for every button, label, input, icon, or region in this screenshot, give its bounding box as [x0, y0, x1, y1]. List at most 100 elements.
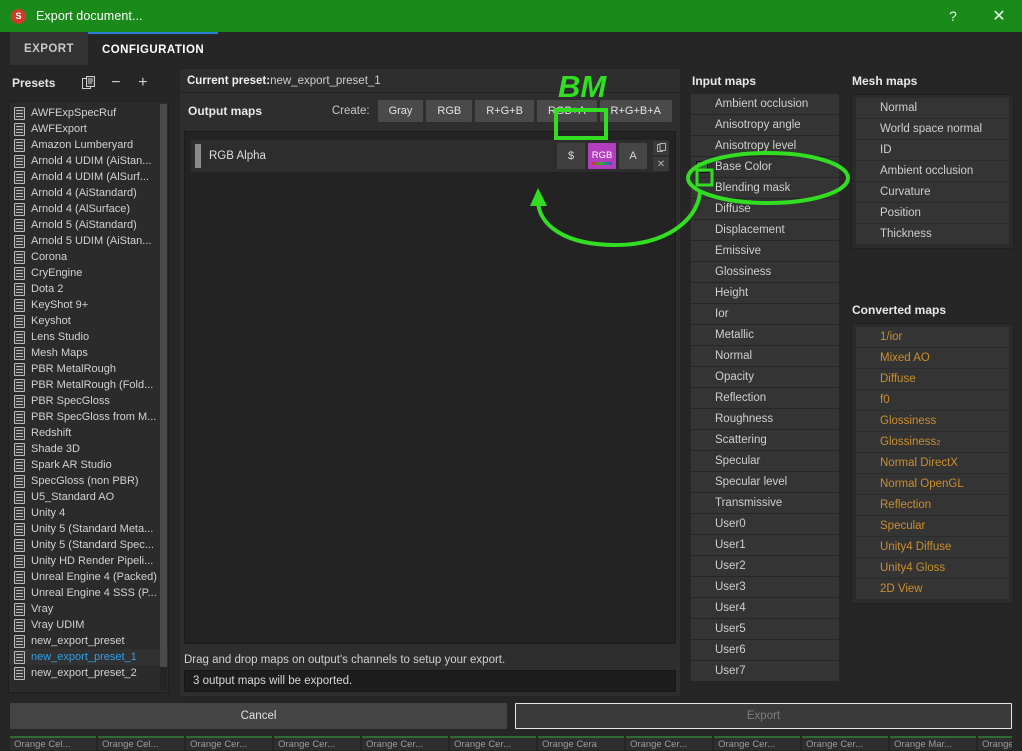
preset-list-item[interactable]: PBR MetalRough (Fold...	[9, 377, 168, 393]
preset-list-item[interactable]: Arnold 5 UDIM (AiStan...	[9, 233, 168, 249]
create-rgb-button[interactable]: RGB	[426, 100, 473, 122]
input-map-item[interactable]: Metallic	[691, 325, 839, 345]
input-map-item[interactable]: User4	[691, 598, 839, 618]
background-tab[interactable]: Orange Cer...	[450, 736, 536, 750]
preset-list-item[interactable]: Vray UDIM	[9, 617, 168, 633]
background-tab[interactable]: Orange Cer...	[802, 736, 888, 750]
input-map-item[interactable]: Emissive	[691, 241, 839, 261]
input-map-item[interactable]: Transmissive	[691, 493, 839, 513]
input-map-item[interactable]: Reflection	[691, 388, 839, 408]
background-tab[interactable]: Orange Mar...	[890, 736, 976, 750]
preset-list-item[interactable]: new_export_preset_2	[9, 665, 168, 681]
converted-map-item[interactable]: 2D View	[856, 579, 1009, 599]
duplicate-map-icon[interactable]	[653, 141, 669, 155]
remove-preset-icon[interactable]: −	[104, 72, 127, 94]
output-map-row[interactable]: RGB Alpha $ RGB A ✕	[191, 140, 669, 172]
preset-list-item[interactable]: Arnold 5 (AiStandard)	[9, 217, 168, 233]
input-map-item[interactable]: User6	[691, 640, 839, 660]
mesh-map-item[interactable]: World space normal	[856, 119, 1009, 139]
input-map-item[interactable]: Base Color	[691, 157, 839, 177]
tab-configuration[interactable]: CONFIGURATION	[88, 32, 219, 65]
preset-list-item[interactable]: SpecGloss (non PBR)	[9, 473, 168, 489]
input-map-item[interactable]: User3	[691, 577, 839, 597]
mesh-maps-list[interactable]: Normal World space normal ID Ambient occlus…	[851, 94, 1014, 249]
preset-list-item[interactable]: Arnold 4 (AiStandard)	[9, 185, 168, 201]
create-r-g-b-button[interactable]: R+G+B	[475, 100, 534, 122]
preset-list-item[interactable]: Unreal Engine 4 (Packed)	[9, 569, 168, 585]
input-map-item[interactable]: Blending mask	[691, 178, 839, 198]
background-tab[interactable]: Orange Cer...	[362, 736, 448, 750]
input-map-item[interactable]: Specular level	[691, 472, 839, 492]
mesh-map-item[interactable]: Curvature	[856, 182, 1009, 202]
channel-alpha-button[interactable]: A	[619, 143, 647, 169]
background-tab[interactable]: Orange Mar...	[978, 736, 1012, 750]
export-button[interactable]: Export	[515, 703, 1012, 729]
channel-dollar-button[interactable]: $	[557, 143, 585, 169]
converted-map-item[interactable]: Diffuse	[856, 369, 1009, 389]
preset-list-item[interactable]: Amazon Lumberyard	[9, 137, 168, 153]
preset-list-item[interactable]: CryEngine	[9, 265, 168, 281]
converted-map-item[interactable]: f0	[856, 390, 1009, 410]
preset-list-item[interactable]: AWFExpSpecRuf	[9, 105, 168, 121]
duplicate-preset-icon[interactable]	[77, 72, 100, 94]
input-map-item[interactable]: Scattering	[691, 430, 839, 450]
input-map-item[interactable]: Glossiness	[691, 262, 839, 282]
input-map-item[interactable]: Ambient occlusion	[691, 94, 839, 114]
preset-list-item[interactable]: Corona	[9, 249, 168, 265]
preset-list-item[interactable]: new_export_preset_1	[9, 649, 168, 665]
close-icon[interactable]: ✕	[976, 0, 1022, 32]
preset-list-item[interactable]: Lens Studio	[9, 329, 168, 345]
presets-scrollbar[interactable]	[160, 104, 167, 690]
mesh-map-item[interactable]: Ambient occlusion	[856, 161, 1009, 181]
preset-list-item[interactable]: PBR SpecGloss from M...	[9, 409, 168, 425]
preset-list-item[interactable]: AWFExport	[9, 121, 168, 137]
preset-list-item[interactable]: Unity 4	[9, 505, 168, 521]
help-icon[interactable]: ?	[930, 0, 976, 32]
converted-map-item[interactable]: Unity4 Diffuse	[856, 537, 1009, 557]
channel-rgb-button[interactable]: RGB	[588, 143, 616, 169]
input-map-item[interactable]: User5	[691, 619, 839, 639]
mesh-map-item[interactable]: Thickness	[856, 224, 1009, 244]
create-gray-button[interactable]: Gray	[377, 100, 424, 122]
converted-map-item[interactable]: Unity4 Gloss	[856, 558, 1009, 578]
preset-list-item[interactable]: Dota 2	[9, 281, 168, 297]
converted-map-item[interactable]: Glossiness 2	[856, 432, 1009, 452]
preset-list-item[interactable]: Vray	[9, 601, 168, 617]
input-map-item[interactable]: User7	[691, 661, 839, 681]
input-maps-list[interactable]: Ambient occlusion Anisotropy angle Anisotr…	[685, 94, 845, 681]
background-tab[interactable]: Orange Cel...	[98, 736, 184, 750]
preset-list-item[interactable]: Unreal Engine 4 SSS (P...	[9, 585, 168, 601]
input-map-item[interactable]: Specular	[691, 451, 839, 471]
converted-map-item[interactable]: Mixed AO	[856, 348, 1009, 368]
input-map-item[interactable]: User0	[691, 514, 839, 534]
mesh-map-item[interactable]: ID	[856, 140, 1009, 160]
input-map-item[interactable]: Ior	[691, 304, 839, 324]
converted-maps-list[interactable]: 1/ior Mixed AO Diffuse f0 Glossiness Glossine…	[851, 323, 1014, 604]
input-map-item[interactable]: Anisotropy angle	[691, 115, 839, 135]
preset-list-item[interactable]: Unity 5 (Standard Spec...	[9, 537, 168, 553]
preset-list-item[interactable]: Mesh Maps	[9, 345, 168, 361]
input-map-item[interactable]: Anisotropy level	[691, 136, 839, 156]
background-tab[interactable]: Orange Cer...	[626, 736, 712, 750]
input-map-item[interactable]: Diffuse	[691, 199, 839, 219]
converted-map-item[interactable]: Reflection	[856, 495, 1009, 515]
background-tab[interactable]: Orange Cer...	[186, 736, 272, 750]
converted-map-item[interactable]: Glossiness	[856, 411, 1009, 431]
input-map-item[interactable]: Normal	[691, 346, 839, 366]
preset-list-item[interactable]: U5_Standard AO	[9, 489, 168, 505]
preset-list-item[interactable]: Arnold 4 (AlSurface)	[9, 201, 168, 217]
preset-list-item[interactable]: new_export_preset	[9, 633, 168, 649]
preset-list-item[interactable]: Shade 3D	[9, 441, 168, 457]
input-map-item[interactable]: User1	[691, 535, 839, 555]
preset-list-item[interactable]: Redshift	[9, 425, 168, 441]
input-map-item[interactable]: Height	[691, 283, 839, 303]
drag-handle[interactable]	[195, 144, 201, 168]
preset-list-item[interactable]: Keyshot	[9, 313, 168, 329]
output-maps-area[interactable]: RGB Alpha $ RGB A ✕	[184, 131, 676, 644]
delete-map-icon[interactable]: ✕	[653, 157, 669, 171]
preset-list-item[interactable]: Unity HD Render Pipeli...	[9, 553, 168, 569]
preset-list-item[interactable]: PBR SpecGloss	[9, 393, 168, 409]
output-map-name-input[interactable]: RGB Alpha	[209, 144, 557, 168]
converted-map-item[interactable]: 1/ior	[856, 327, 1009, 347]
preset-list-item[interactable]: Spark AR Studio	[9, 457, 168, 473]
